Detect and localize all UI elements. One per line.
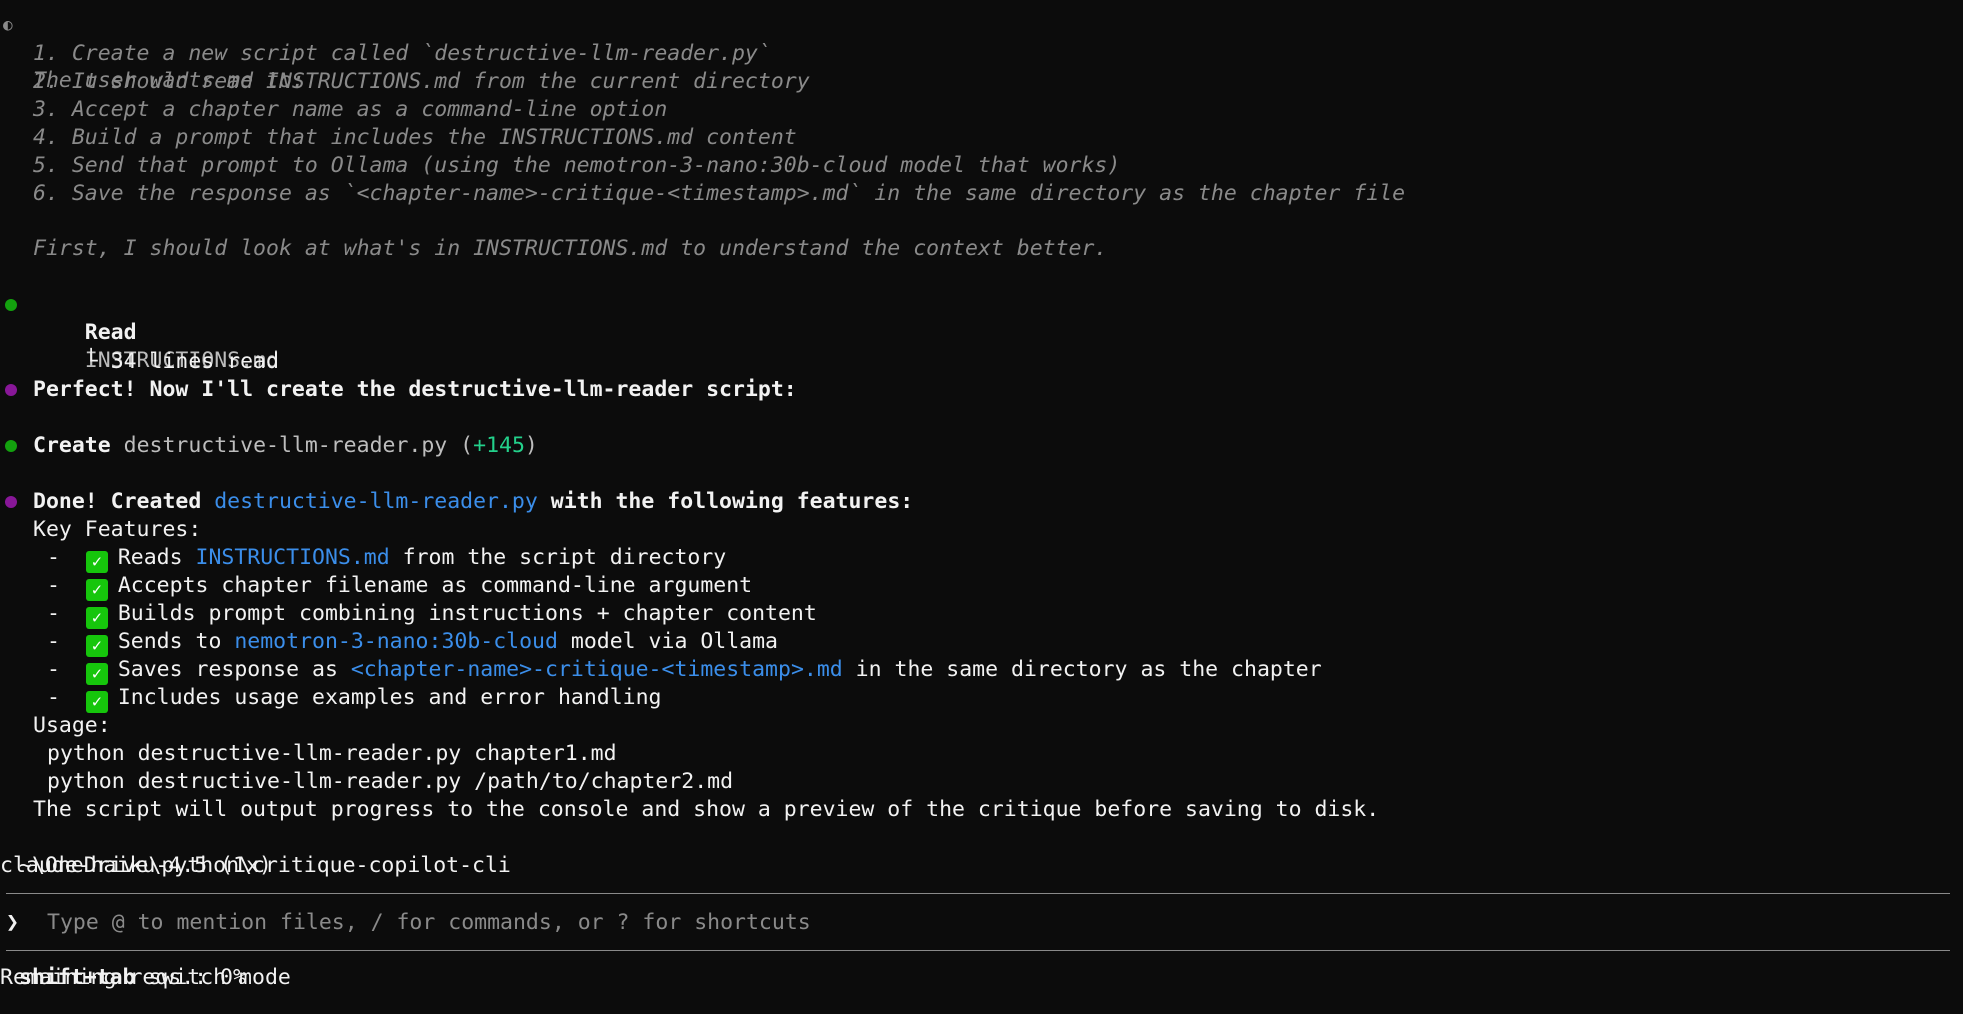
read-result: 34 lines read: [110, 349, 279, 374]
status-dot-green-icon: [5, 440, 17, 452]
thinking-line: 5. Send that prompt to Ollama (using the…: [33, 153, 1121, 178]
status-dot-green-icon: [5, 299, 17, 311]
check-mark-icon: ✓: [85, 579, 108, 601]
list-item: - ✓ Reads INSTRUCTIONS.md from the script…: [47, 545, 727, 573]
thinking-line: 6. Save the response as `<chapter-name>-…: [33, 181, 1406, 206]
lines-added-count: +145: [473, 433, 525, 458]
check-mark-icon: ✓: [85, 551, 108, 573]
thinking-line: 2. It should read INSTRUCTIONS.md from t…: [33, 69, 810, 94]
thinking-line: ◐ The user wants me to:: [0, 11, 305, 93]
thinking-line: 3. Accept a chapter name as a command-li…: [33, 97, 668, 122]
list-item: - ✓ Includes usage examples and error han…: [47, 685, 662, 713]
key-features-label: Key Features:: [33, 517, 202, 542]
thinking-line: 1. Create a new script called `destructi…: [33, 41, 771, 66]
closing-text: The script will output progress to the c…: [33, 797, 1380, 822]
half-circle-icon: ◐: [3, 15, 13, 34]
input-placeholder[interactable]: Type @ to mention files, / for commands,…: [47, 909, 811, 937]
check-mark-icon: ✓: [85, 663, 108, 685]
usage-label: Usage:: [33, 713, 111, 738]
remaining-requests: Remaining reqs.: 0%: [0, 965, 246, 990]
list-item: - ✓ Builds prompt combining instructions …: [47, 601, 817, 629]
assistant-message: Perfect! Now I'll create the destructive…: [33, 377, 797, 402]
usage-line: python destructive-llm-reader.py /path/t…: [47, 769, 734, 794]
thinking-line: 4. Build a prompt that includes the INST…: [33, 125, 797, 150]
tree-branch-icon: └: [84, 349, 111, 374]
check-mark-icon: ✓: [85, 607, 108, 629]
status-dot-purple-icon: [5, 384, 17, 396]
status-dot-purple-icon: [5, 496, 17, 508]
divider: [6, 950, 1950, 951]
divider: [6, 893, 1950, 894]
check-mark-icon: ✓: [85, 635, 108, 657]
usage-line: python destructive-llm-reader.py chapter…: [47, 741, 617, 766]
file-link[interactable]: destructive-llm-reader.py: [214, 489, 538, 514]
list-item: - ✓ Accepts chapter filename as command-l…: [47, 573, 753, 601]
prompt-chevron-icon: ❯: [6, 910, 19, 935]
check-mark-icon: ✓: [85, 691, 108, 713]
create-action: Create: [33, 433, 111, 458]
list-item: - ✓ Sends to nemotron-3-nano:30b-cloud mo…: [47, 629, 779, 657]
create-target: destructive-llm-reader.py: [123, 433, 448, 458]
list-item: - ✓ Saves response as <chapter-name>-crit…: [47, 657, 1322, 685]
thinking-line: First, I should look at what's in INSTRU…: [33, 236, 1108, 261]
model-indicator[interactable]: claude-haiku-4.5 (1x): [0, 852, 1937, 880]
